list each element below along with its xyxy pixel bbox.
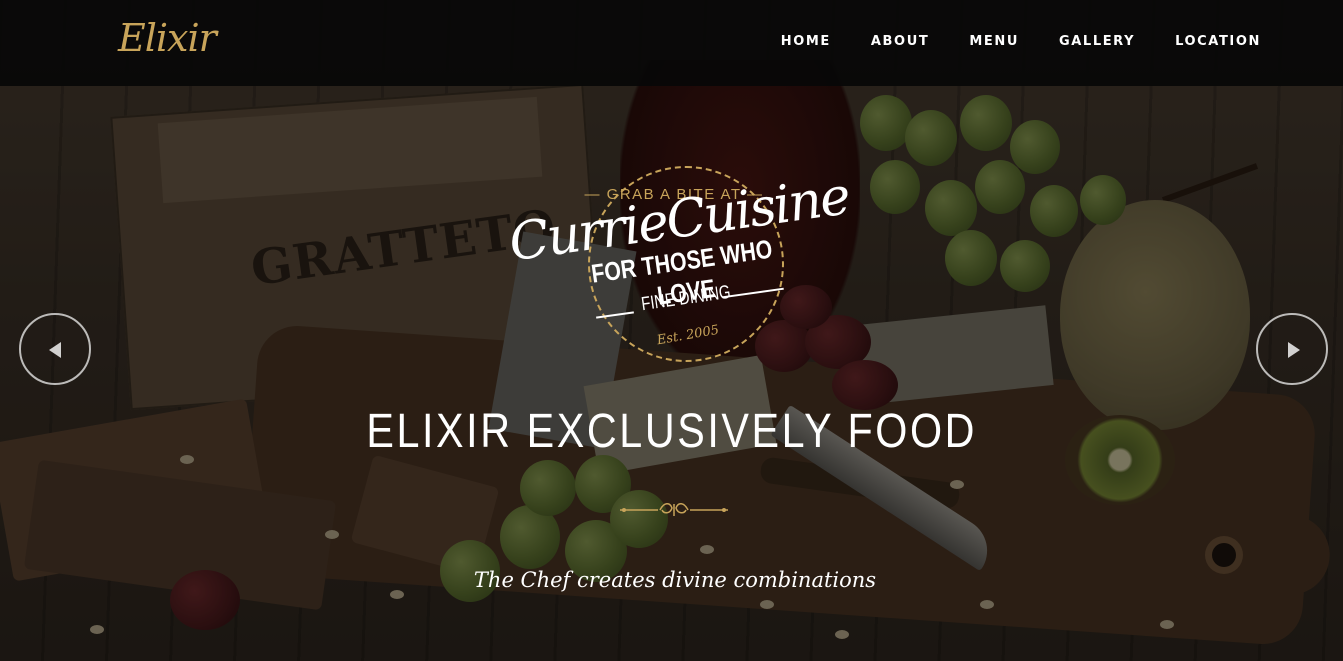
hero-headline: ELIXIR EXCLUSIVELY FOOD	[366, 405, 978, 458]
main-menu: HOME ABOUT MENU GALLERY LOCATION	[781, 34, 1261, 49]
nav-gallery[interactable]: GALLERY	[1059, 34, 1135, 49]
nav-about[interactable]: ABOUT	[871, 34, 929, 49]
triangle-left-icon	[49, 342, 61, 358]
restaurant-badge: — GRAB A BITE AT — CurrieCuisine FOR THO…	[498, 160, 852, 375]
nav-location[interactable]: LOCATION	[1175, 34, 1261, 49]
top-navbar: Elixir HOME ABOUT MENU GALLERY LOCATION	[0, 0, 1343, 86]
hero-tagline: The Chef creates divine combinations	[473, 568, 877, 592]
site-logo[interactable]: Elixir	[118, 16, 217, 60]
slider-next-button[interactable]	[1256, 313, 1328, 385]
nav-home[interactable]: HOME	[781, 34, 831, 49]
triangle-right-icon	[1288, 342, 1300, 358]
nav-menu[interactable]: MENU	[969, 34, 1019, 49]
ornament-divider-icon	[620, 503, 728, 516]
slider-prev-button[interactable]	[19, 313, 91, 385]
